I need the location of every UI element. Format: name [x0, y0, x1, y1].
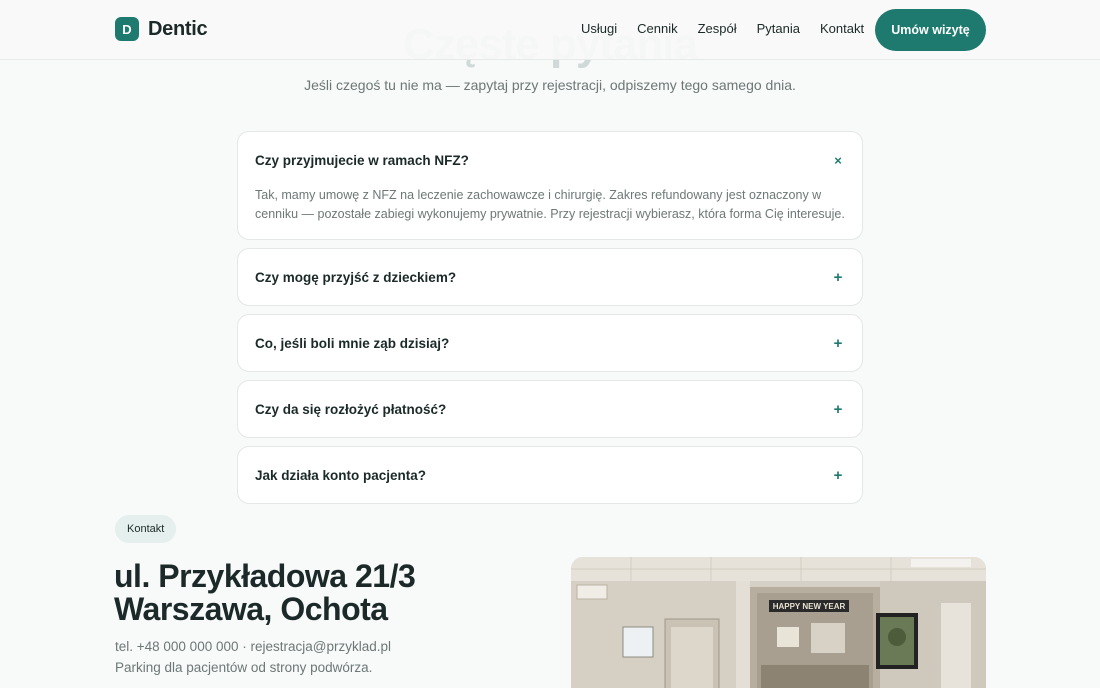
contact-phone-email: tel. +48 000 000 000 · rejestracja@przyk… — [115, 639, 391, 654]
faq-question: Czy da się rozłożyć płatność? — [255, 401, 447, 417]
nav-item-zespol[interactable]: Zespół — [698, 21, 737, 36]
faq-answer: Tak, mamy umowę z NFZ na leczenie zachow… — [255, 188, 845, 221]
photo-banner-text: HAPPY NEW YEAR — [773, 602, 846, 611]
faq-item-nfz: Czy przyjmujecie w ramach NFZ? × Tak, ma… — [237, 131, 863, 240]
faq-question-button[interactable]: Czy da się rozłożyć płatność? + — [255, 381, 845, 437]
brand-name: Dentic — [148, 17, 208, 40]
plus-icon[interactable]: + — [831, 335, 845, 352]
faq-question: Czy przyjmujecie w ramach NFZ? — [255, 152, 469, 168]
faq-question-button[interactable]: Czy mogę przyjść z dzieckiem? + — [255, 249, 845, 305]
nav-item-kontakt[interactable]: Kontakt — [820, 21, 864, 36]
close-icon[interactable]: × — [831, 153, 845, 168]
nav-item-pytania[interactable]: Pytania — [757, 21, 800, 36]
logo-mark: D — [115, 17, 139, 41]
book-visit-button[interactable]: Umów wizytę — [875, 9, 986, 51]
clinic-photo: HAPPY NEW YEAR — [571, 557, 986, 688]
address: ul. Przykładowa 21/3 Warszawa, Ochota — [114, 558, 416, 627]
plus-icon[interactable]: + — [831, 401, 845, 418]
faq-item-child: Czy mogę przyjść z dzieckiem? + — [237, 248, 863, 306]
nav-item-cennik[interactable]: Cennik — [637, 21, 677, 36]
faq-list: Czy przyjmujecie w ramach NFZ? × Tak, ma… — [237, 131, 863, 512]
faq-item-account: Jak działa konto pacjenta? + — [237, 446, 863, 504]
faq-question: Czy mogę przyjść z dzieckiem? — [255, 269, 457, 285]
clinic-photo-illustration: HAPPY NEW YEAR — [571, 557, 986, 688]
logo[interactable]: D Dentic — [115, 17, 208, 41]
faq-question-button[interactable]: Jak działa konto pacjenta? + — [255, 447, 845, 503]
main-nav: Usługi Cennik Zespół Pytania Kontakt — [581, 21, 864, 36]
faq-question: Co, jeśli boli mnie ząb dzisiaj? — [255, 335, 450, 351]
parking-info: Parking dla pacjentów od strony podwórza… — [115, 660, 373, 675]
address-city: Warszawa, Ochota — [114, 591, 388, 627]
contact-badge: Kontakt — [115, 515, 177, 543]
nav-item-uslugi[interactable]: Usługi — [581, 21, 617, 36]
faq-question-button[interactable]: Czy przyjmujecie w ramach NFZ? × — [255, 132, 845, 188]
faq-subtitle: Jeśli czegoś tu nie ma — zapytaj przy re… — [304, 77, 796, 93]
plus-icon[interactable]: + — [831, 269, 845, 286]
address-street: ul. Przykładowa 21/3 — [114, 558, 416, 594]
faq-question: Jak działa konto pacjenta? — [255, 467, 427, 483]
faq-item-toothache: Co, jeśli boli mnie ząb dzisiaj? + — [237, 314, 863, 372]
plus-icon[interactable]: + — [831, 467, 845, 484]
site-header: D Dentic Usługi Cennik Zespół Pytania Ko… — [0, 0, 1100, 60]
faq-question-button[interactable]: Co, jeśli boli mnie ząb dzisiaj? + — [255, 315, 845, 371]
faq-item-payment: Czy da się rozłożyć płatność? + — [237, 380, 863, 438]
